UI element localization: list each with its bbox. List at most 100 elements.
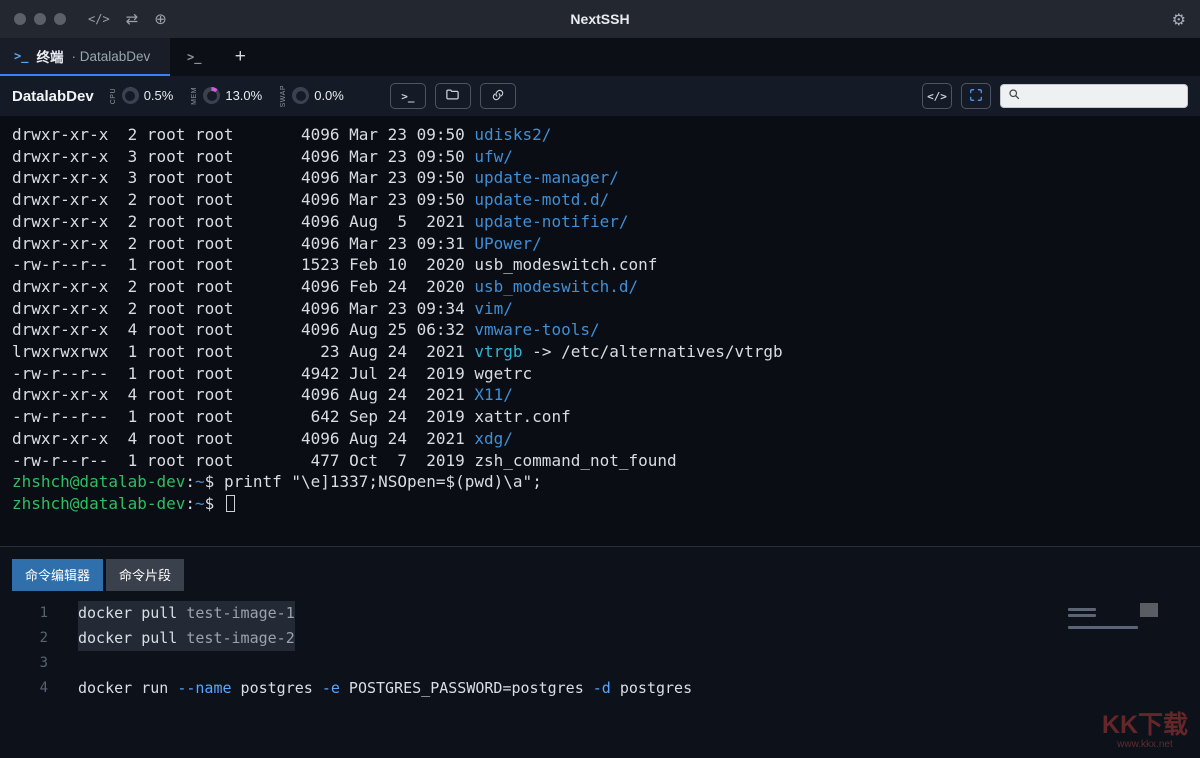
- tab-session-name: · DatalabDev: [71, 49, 150, 64]
- gauge-mem: MEM13.0%: [191, 87, 262, 105]
- terminal-line: drwxr-xr-x 2 root root 4096 Mar 23 09:34…: [12, 298, 1200, 320]
- dir-name: ufw/: [474, 147, 513, 166]
- dir-name: vmware-tools/: [474, 320, 599, 339]
- minimap-line: [1068, 614, 1096, 617]
- dir-name: usb_modeswitch.d/: [474, 277, 638, 296]
- panel-tabs: 命令编辑器命令片段: [0, 547, 1200, 591]
- editor-line: 3: [0, 651, 1200, 676]
- terminal-cursor: [226, 495, 235, 512]
- terminal-prompt-line: zhshch@datalab-dev:~$: [12, 493, 1200, 515]
- command-panel: 命令编辑器命令片段 1docker pull test-image-12 dock…: [0, 546, 1200, 758]
- gauge-axis-label: CPU: [110, 88, 117, 104]
- search-box: [1000, 84, 1188, 108]
- fullscreen-button[interactable]: [961, 83, 991, 109]
- session-tabbar: >_ 终端 · DatalabDev >_ +: [0, 38, 1200, 76]
- panel-tab-command-editor[interactable]: 命令编辑器: [12, 559, 103, 591]
- terminal-line: drwxr-xr-x 4 root root 4096 Aug 24 2021 …: [12, 384, 1200, 406]
- minimize-button[interactable]: [34, 13, 46, 25]
- terminal-line: drwxr-xr-x 3 root root 4096 Mar 23 09:50…: [12, 146, 1200, 168]
- prompt-path: ~: [195, 472, 205, 491]
- line-number: 4: [0, 676, 48, 701]
- gauge-value: 0.5%: [144, 88, 174, 103]
- window-title: NextSSH: [0, 11, 1200, 27]
- gauge-axis-label: SWAP: [280, 85, 287, 107]
- dir-name: update-notifier/: [474, 212, 628, 231]
- file-manager-button[interactable]: [435, 83, 471, 109]
- titlebar: </> ⇄ ⊕ NextSSH ⚙: [0, 0, 1200, 38]
- new-terminal-button[interactable]: >_: [390, 83, 426, 109]
- editor-line: 1docker pull test-image-1: [0, 601, 1200, 626]
- snippet-code-button[interactable]: </>: [922, 83, 952, 109]
- gauge-ring-icon: [292, 87, 309, 104]
- terminal-line: drwxr-xr-x 4 root root 4096 Aug 24 2021 …: [12, 428, 1200, 450]
- editor-line: 4 docker run --name postgres -e POSTGRES_…: [0, 676, 1200, 701]
- add-connection-icon[interactable]: ⊕: [154, 10, 167, 28]
- terminal-line: drwxr-xr-x 2 root root 4096 Mar 23 09:50…: [12, 189, 1200, 211]
- code-icon: </>: [927, 90, 947, 103]
- gauge-ring-icon: [203, 87, 220, 104]
- terminal-line: drwxr-xr-x 2 root root 4096 Feb 24 2020 …: [12, 276, 1200, 298]
- new-tab-button[interactable]: +: [218, 38, 262, 76]
- terminal-line: -rw-r--r-- 1 root root 642 Sep 24 2019 x…: [12, 406, 1200, 428]
- gauge-cpu: CPU 0.5%: [110, 87, 174, 104]
- symlink-target: -> /etc/alternatives/vtrgb: [523, 342, 783, 361]
- link-icon: [491, 88, 505, 105]
- watermark-text: KK下载: [1102, 712, 1188, 740]
- link-button[interactable]: [480, 83, 516, 109]
- panel-tab-command-snippets[interactable]: 命令片段: [106, 559, 184, 591]
- terminal-icon: >_: [14, 49, 28, 63]
- file-name: usb_modeswitch.conf: [474, 255, 657, 274]
- gauge-value: 13.0%: [225, 88, 262, 103]
- terminal-line: -rw-r--r-- 1 root root 4942 Jul 24 2019 …: [12, 363, 1200, 385]
- session-toolbar: DatalabDev CPU0.5%MEM13.0%SWAP0.0% >_ </…: [0, 76, 1200, 116]
- close-button[interactable]: [14, 13, 26, 25]
- host-label: DatalabDev: [12, 88, 94, 105]
- editor-line: 2 docker pull test-image-2: [0, 626, 1200, 651]
- expand-icon: [969, 88, 983, 105]
- command-editor[interactable]: 1docker pull test-image-12 docker pull te…: [0, 601, 1200, 701]
- terminal-output[interactable]: drwxr-xr-x 2 root root 4096 Mar 23 09:50…: [0, 116, 1200, 546]
- folder-icon: [445, 87, 460, 105]
- dir-name: update-motd.d/: [474, 190, 609, 209]
- editor-code: docker pull test-image-2: [78, 626, 295, 651]
- terminal-line: lrwxrwxrwx 1 root root 23 Aug 24 2021 vt…: [12, 341, 1200, 363]
- line-number: 1: [0, 601, 48, 626]
- terminal-line: drwxr-xr-x 2 root root 4096 Mar 23 09:31…: [12, 233, 1200, 255]
- terminal-line: drwxr-xr-x 4 root root 4096 Aug 25 06:32…: [12, 319, 1200, 341]
- minimap-line: [1068, 626, 1138, 629]
- search-icon: [1008, 87, 1020, 105]
- terminal-line: drwxr-xr-x 2 root root 4096 Aug 5 2021 u…: [12, 211, 1200, 233]
- tab-terminal-datalabdev[interactable]: >_ 终端 · DatalabDev: [0, 38, 170, 76]
- tab-title: 终端: [36, 46, 63, 66]
- line-number: 2: [0, 626, 48, 651]
- tab-terminal-secondary[interactable]: >_: [170, 38, 218, 76]
- dir-name: xdg/: [474, 429, 513, 448]
- file-name: wgetrc: [474, 364, 532, 383]
- terminal-icon: >_: [401, 90, 414, 103]
- terminal-command: printf "\e]1337;NSOpen=$(pwd)\a";: [224, 472, 542, 491]
- editor-lines: 1docker pull test-image-12 docker pull te…: [0, 601, 1200, 701]
- dir-name: udisks2/: [474, 125, 551, 144]
- symlink-name: vtrgb: [474, 342, 522, 361]
- terminal-line: -rw-r--r-- 1 root root 477 Oct 7 2019 zs…: [12, 450, 1200, 472]
- dir-name: X11/: [474, 385, 513, 404]
- dir-name: vim/: [474, 299, 513, 318]
- search-input[interactable]: [1025, 88, 1180, 104]
- code-icon[interactable]: </>: [88, 12, 110, 26]
- settings-gear-icon[interactable]: ⚙: [1172, 10, 1186, 29]
- terminal-line: drwxr-xr-x 3 root root 4096 Mar 23 09:50…: [12, 167, 1200, 189]
- file-name: xattr.conf: [474, 407, 570, 426]
- watermark: KK下载 www.kkx.net: [1102, 712, 1188, 751]
- dir-name: UPower/: [474, 234, 541, 253]
- dir-name: update-manager/: [474, 168, 619, 187]
- traffic-lights: [14, 13, 66, 25]
- editor-code: docker run --name postgres -e POSTGRES_P…: [78, 676, 692, 701]
- transfer-icon[interactable]: ⇄: [126, 10, 139, 28]
- maximize-button[interactable]: [54, 13, 66, 25]
- resource-gauges: CPU0.5%MEM13.0%SWAP0.0%: [110, 85, 362, 107]
- minimap-line: [1068, 608, 1096, 611]
- prompt-user-host: zhshch@datalab-dev: [12, 472, 185, 491]
- line-number: 3: [0, 651, 48, 676]
- minimap-slider[interactable]: [1140, 603, 1158, 617]
- editor-minimap: [1068, 605, 1138, 632]
